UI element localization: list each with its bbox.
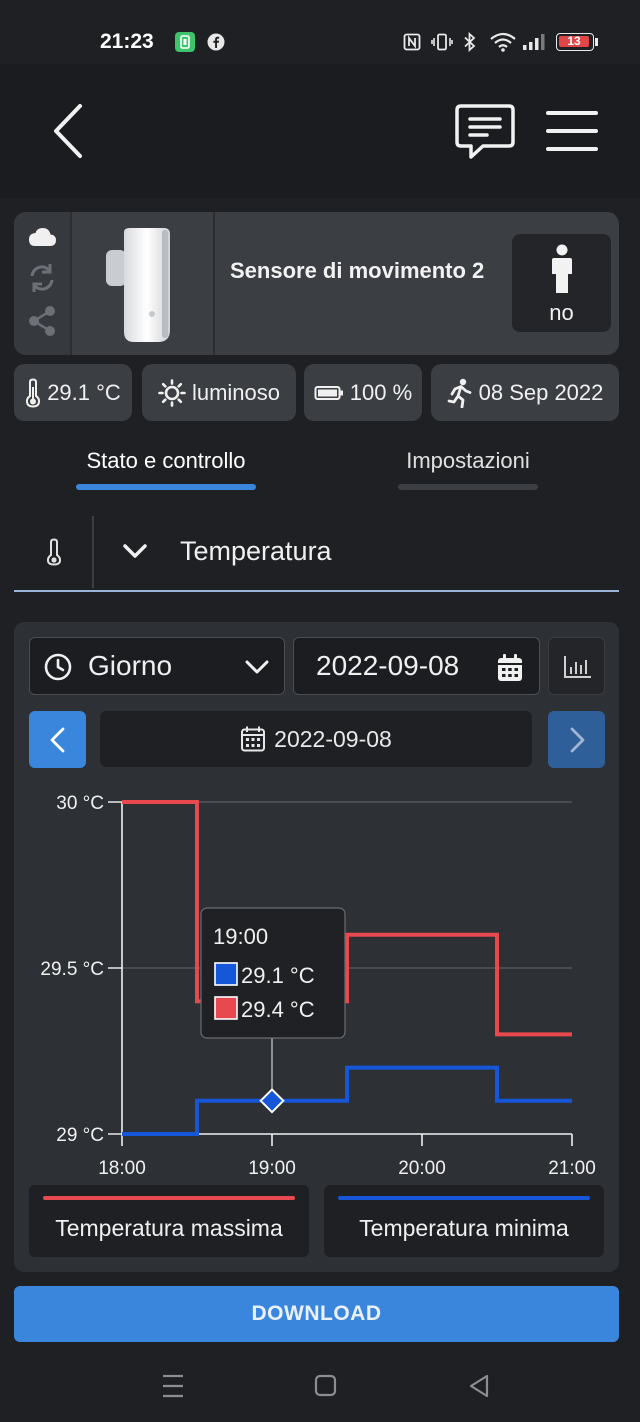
light-chip: luminoso: [142, 364, 296, 421]
temperature-value: 29.1 °C: [47, 379, 121, 405]
chat-icon: [455, 104, 515, 159]
back-triangle-icon: [469, 1374, 489, 1398]
bar-chart-icon: [564, 656, 591, 678]
x-tick-label: 21:00: [548, 1158, 596, 1179]
home-square-icon: [314, 1374, 337, 1397]
bluetooth-icon: [460, 32, 480, 52]
sensor-select[interactable]: Temperatura: [14, 512, 619, 592]
recent-apps-button[interactable]: [150, 1368, 196, 1404]
sensor-select-label: Temperatura: [180, 536, 332, 566]
system-nav-bar: [0, 1352, 640, 1422]
sensor-divider: [92, 516, 94, 588]
date-input-value: 2022-09-08: [316, 650, 460, 681]
battery-value: 100 %: [349, 379, 413, 405]
nfc-icon: [402, 32, 422, 52]
series-line-min: [122, 1065, 572, 1136]
chart-panel: Giorno 2022-09-08 2022-09-08 29 °C 29.5 …: [14, 622, 619, 1272]
current-date-display: 2022-09-08: [100, 711, 532, 767]
motion-status-label: no: [549, 300, 574, 325]
tooltip-swatch-max: [214, 996, 238, 1020]
last-motion-chip: 08 Sep 2022: [431, 364, 619, 421]
device-status-icons: [14, 212, 70, 355]
chart-type-button[interactable]: [548, 637, 605, 695]
tooltip-point-marker: [259, 1088, 285, 1114]
status-bar: 21:23 13: [0, 0, 640, 64]
wifi-icon: [489, 32, 517, 52]
period-select[interactable]: Giorno: [29, 637, 285, 695]
calendar-icon: [241, 726, 266, 752]
motion-status-box: no: [512, 234, 611, 332]
chevron-left-icon: [54, 104, 82, 158]
chevron-right-icon: [570, 727, 584, 752]
facebook-icon: [206, 32, 226, 52]
tooltip-time: 19:00: [213, 924, 268, 949]
tab-indicator-inactive: [398, 484, 538, 490]
back-nav-button[interactable]: [456, 1368, 502, 1404]
messages-button[interactable]: [453, 100, 517, 162]
y-tick-label: 29.5 °C: [40, 959, 104, 980]
date-input[interactable]: 2022-09-08: [293, 637, 540, 695]
tooltip-min-value: 29.1 °C: [241, 963, 315, 988]
share-icon: [29, 306, 55, 336]
temperature-chip: 29.1 °C: [14, 364, 132, 421]
series-line-max: [122, 800, 572, 1037]
person-icon: [552, 244, 572, 293]
tooltip-swatch-min: [214, 962, 238, 986]
tab-indicator-active: [76, 484, 256, 490]
battery-level: 13: [567, 34, 581, 48]
status-time: 21:23: [100, 30, 154, 53]
app-header: [0, 64, 640, 198]
legend-item-max[interactable]: Temperatura massima: [29, 1185, 309, 1257]
thermometer-icon: [26, 377, 41, 408]
last-motion-value: 08 Sep 2022: [478, 379, 604, 405]
next-day-button[interactable]: [548, 711, 605, 768]
menu-button[interactable]: [544, 108, 600, 154]
device-card: Sensore di movimento 2 no: [14, 212, 619, 355]
share-button[interactable]: [27, 305, 57, 337]
vibrate-icon: [431, 32, 453, 52]
tab-stato-e-controllo[interactable]: Stato e controllo: [60, 448, 272, 474]
tooltip-max-value: 29.4 °C: [241, 997, 315, 1022]
legend-label-min: Temperatura minima: [359, 1215, 569, 1241]
thermometer-icon: [46, 538, 62, 566]
legend-swatch-min: [338, 1196, 590, 1200]
chevron-down-icon: [245, 660, 269, 674]
tab-impostazioni[interactable]: Impostazioni: [380, 448, 556, 474]
battery-full-icon: [314, 385, 343, 400]
period-select-value: Giorno: [88, 650, 173, 681]
sync-icon: [30, 264, 54, 292]
hamburger-menu-icon: [546, 111, 598, 151]
clock-icon: [44, 653, 72, 681]
y-tick-label: 30 °C: [56, 793, 104, 814]
menu-lines-icon: [163, 1374, 183, 1398]
signal-icon: [521, 32, 547, 52]
battery-chip: 100 %: [304, 364, 422, 421]
legend-item-min[interactable]: Temperatura minima: [324, 1185, 604, 1257]
home-button[interactable]: [302, 1368, 348, 1404]
x-tick-label: 18:00: [98, 1158, 146, 1179]
calendar-icon: [498, 654, 522, 681]
temperature-chart[interactable]: 29 °C 29.5 °C 30 °C 18:00 19:00 20:00 21:00 19…: [14, 772, 619, 1182]
legend-swatch-max: [43, 1196, 295, 1200]
light-value: luminoso: [191, 379, 281, 405]
y-tick-label: 29 °C: [56, 1125, 104, 1146]
chevron-down-icon: [123, 544, 147, 558]
motion-sensor-image: [106, 228, 170, 342]
download-button[interactable]: DOWNLOAD: [14, 1286, 619, 1342]
device-name: Sensore di movimento 2: [230, 258, 485, 283]
legend-label-max: Temperatura massima: [55, 1215, 283, 1241]
sun-icon: [158, 378, 186, 407]
previous-day-button[interactable]: [29, 711, 86, 768]
chevron-left-icon: [50, 727, 64, 752]
battery-icon: 13: [556, 32, 598, 52]
sync-button[interactable]: [26, 262, 58, 294]
current-date-label: 2022-09-08: [274, 725, 392, 752]
x-tick-label: 20:00: [398, 1158, 446, 1179]
device-image: [70, 212, 215, 355]
cloud-icon: [29, 228, 56, 246]
app-notification-icon: [175, 32, 195, 52]
x-tick-label: 19:00: [248, 1158, 296, 1179]
running-person-icon: [447, 378, 472, 408]
back-button[interactable]: [44, 98, 92, 164]
